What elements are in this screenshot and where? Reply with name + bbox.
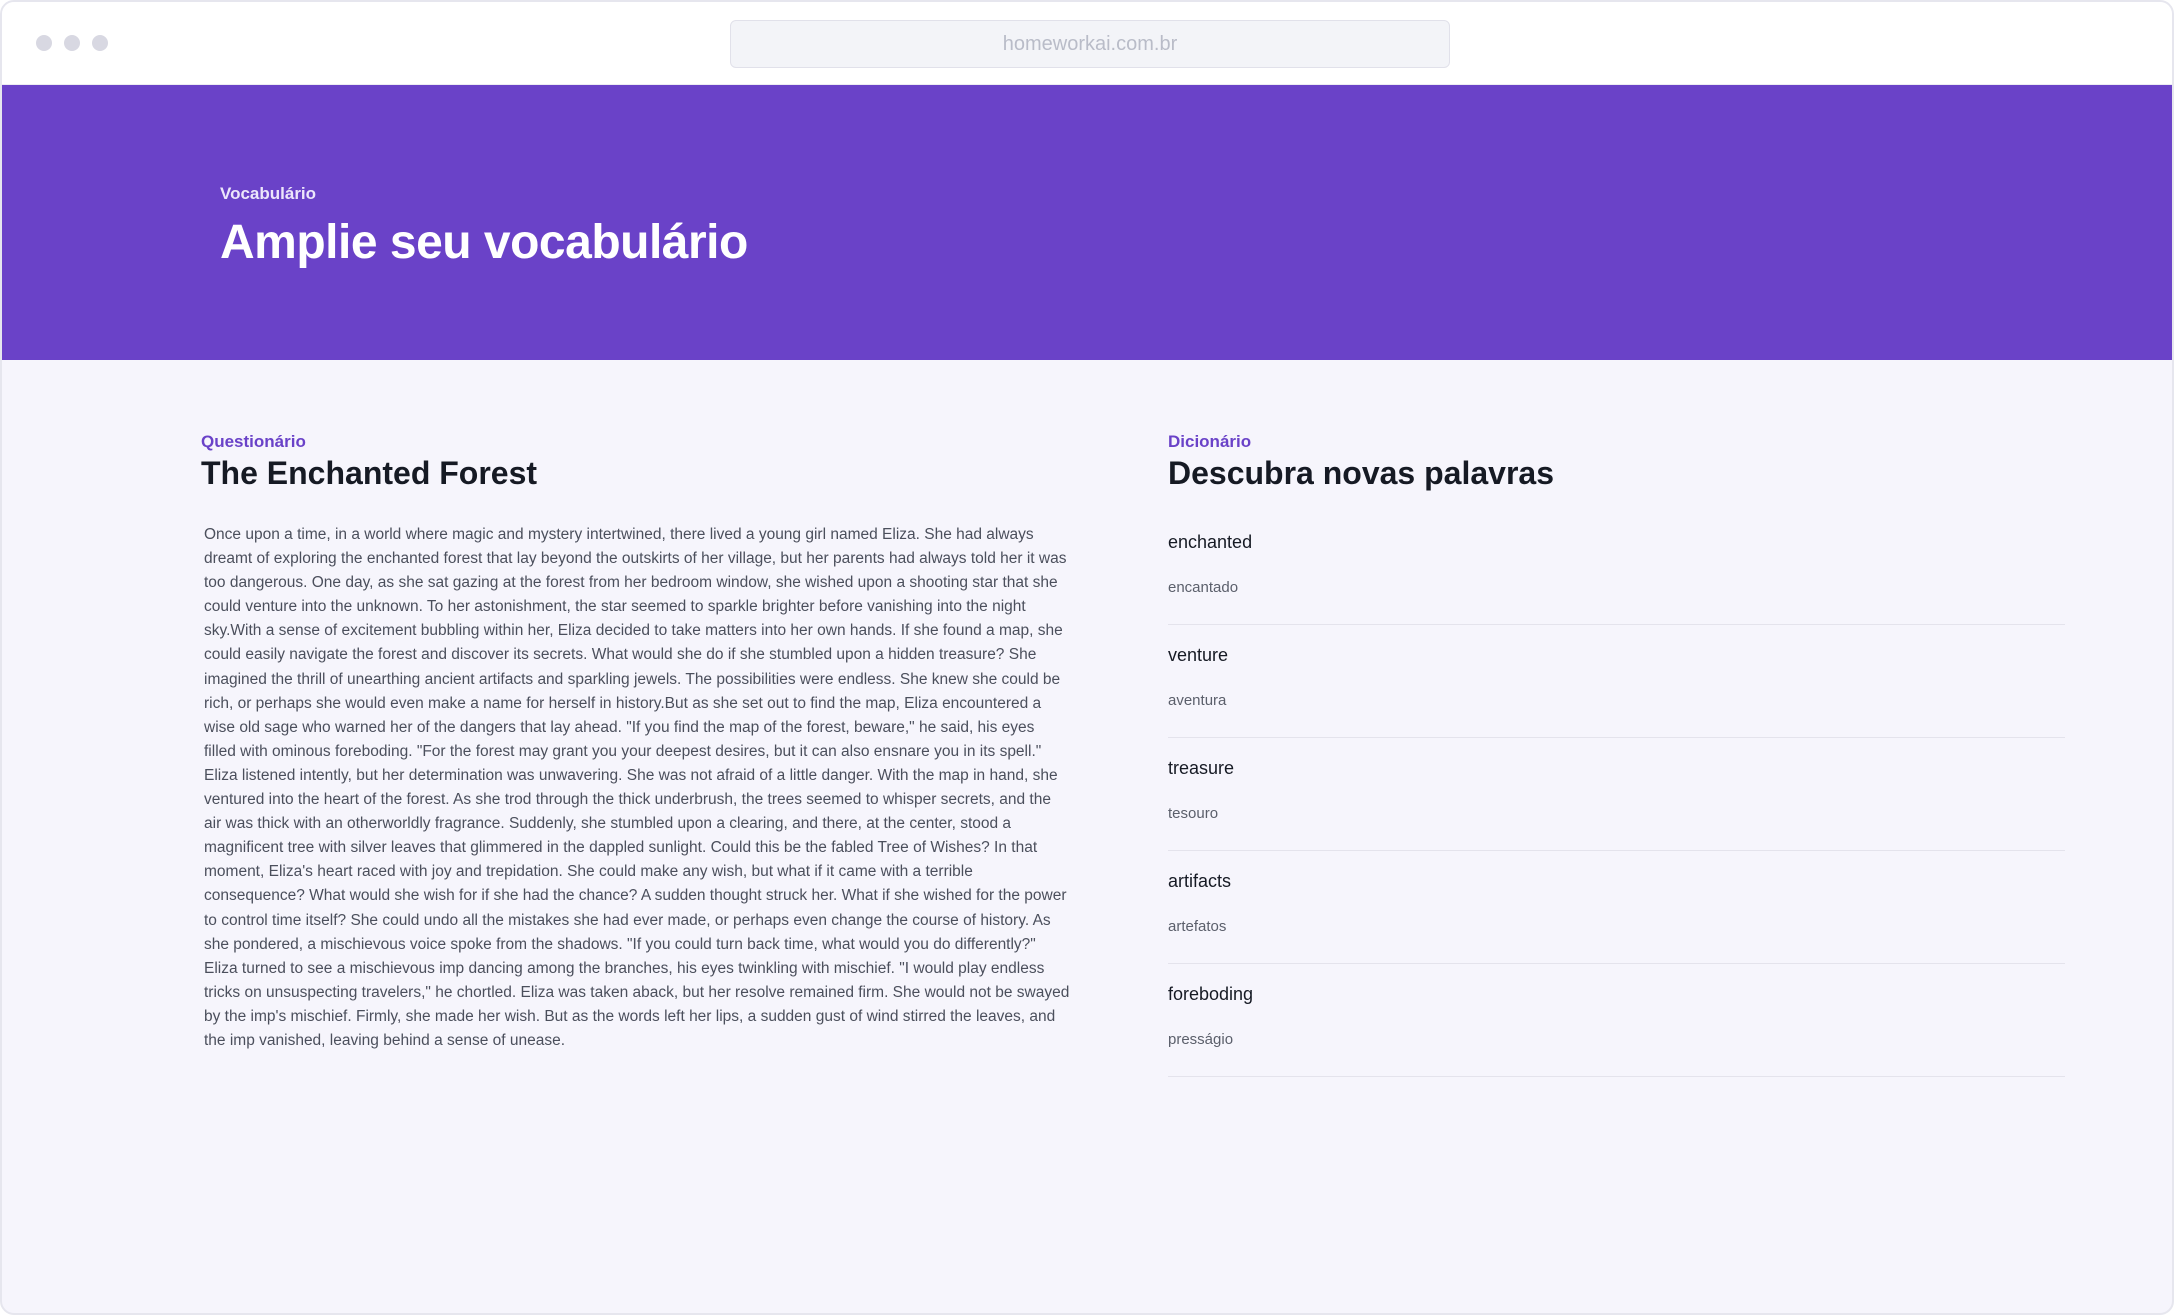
hero-label: Vocabulário <box>220 184 317 203</box>
dictionary-word: enchanted <box>1168 532 1253 552</box>
dictionary-entry: artifacts artefatos <box>1168 851 2065 964</box>
page-title: Amplie seu vocabulário <box>220 216 748 269</box>
close-window-dot-icon[interactable] <box>36 35 52 51</box>
dictionary-entry: venture aventura <box>1168 625 2065 738</box>
window-controls <box>36 35 108 51</box>
maximize-window-dot-icon[interactable] <box>92 35 108 51</box>
address-bar[interactable]: homeworkai.com.br <box>730 20 1450 68</box>
story-title: The Enchanted Forest <box>201 455 538 491</box>
dictionary-list: enchanted encantado venture aventura tre… <box>1168 512 2065 1077</box>
dictionary-translation: aventura <box>1168 692 1227 709</box>
browser-window: homeworkai.com.br Vocabulário Amplie seu… <box>0 0 2174 1315</box>
story-text: Once upon a time, in a world where magic… <box>204 526 1070 1049</box>
dictionary-translation: artefatos <box>1168 918 1227 935</box>
dictionary-word: foreboding <box>1168 984 1254 1004</box>
dictionary-word: treasure <box>1168 758 1235 778</box>
browser-toolbar: homeworkai.com.br <box>2 2 2172 85</box>
quiz-kicker: Questionário <box>201 432 306 451</box>
hero-banner: Vocabulário Amplie seu vocabulário <box>2 85 2172 360</box>
dictionary-entry: enchanted encantado <box>1168 512 2065 625</box>
dictionary-word: venture <box>1168 645 1229 665</box>
dictionary-title: Descubra novas palavras <box>1168 455 1554 491</box>
dictionary-kicker: Dicionário <box>1168 432 1252 451</box>
dictionary-translation: presságio <box>1168 1031 1234 1048</box>
dictionary-word: artifacts <box>1168 871 1232 891</box>
dictionary-entry: foreboding presságio <box>1168 964 2065 1077</box>
dictionary-translation: encantado <box>1168 579 1239 596</box>
dictionary-translation: tesouro <box>1168 805 1219 822</box>
minimize-window-dot-icon[interactable] <box>64 35 80 51</box>
dictionary-entry: treasure tesouro <box>1168 738 2065 851</box>
